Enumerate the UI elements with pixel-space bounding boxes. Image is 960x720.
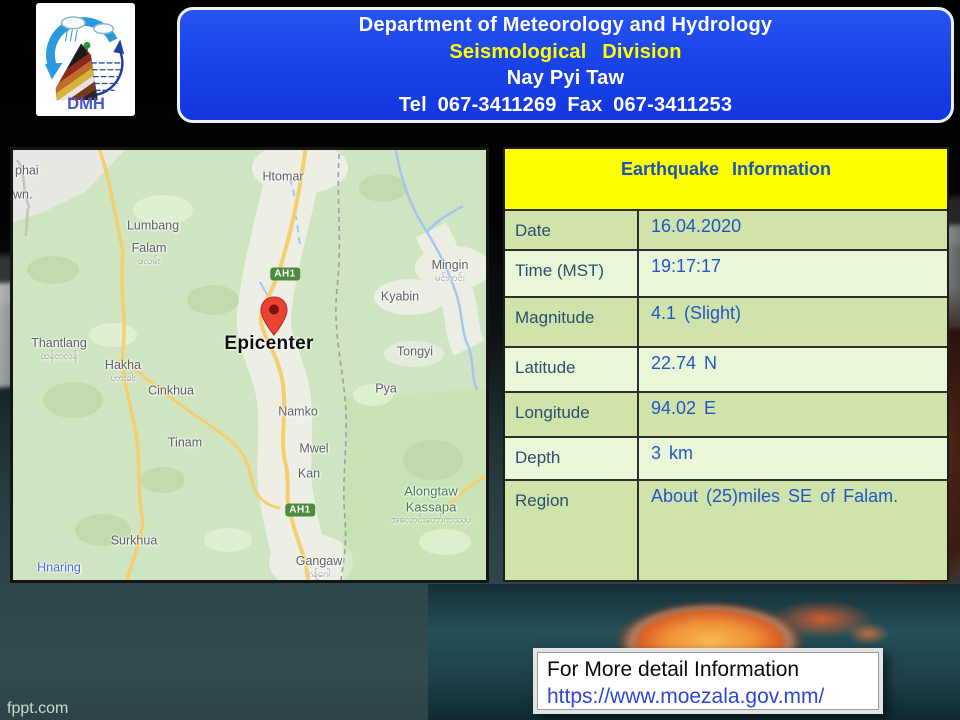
map-label-pya: Pya [375,381,397,396]
map-label-phai: phai [15,163,39,178]
row-label: Date [505,211,639,249]
header-department: Department of Meteorology and Hydrology [358,14,773,36]
row-value: 3 km [651,443,694,463]
map-label-wn: wn. [13,187,33,202]
more-info-box: For More detail Information https://www.… [533,648,883,714]
dmh-logo-text: DMH [67,93,105,111]
dmh-logo: DMH [36,3,135,116]
row-value: About (25)miles SE of Falam. [651,486,899,506]
header-city: Nay Pyi Taw [506,67,625,89]
earthquake-info-table: Earthquake Information Date 16.04.2020 T… [503,147,949,582]
table-row-latitude: Latitude 22.74 N [505,346,947,391]
header-banner: Department of Meteorology and Hydrology … [177,7,954,123]
map-label-falam: Falam ဖလမ်း [131,240,167,267]
more-info-text: For More detail Information [547,658,800,681]
map-label-alongtaw-kassapa: Alongtaw Kassapa အလောင်းတော်ကဿပ [390,483,472,526]
table-row-magnitude: Magnitude 4.1 (Slight) [505,296,947,346]
row-label: Time (MST) [505,251,639,296]
table-row-date: Date 16.04.2020 [505,209,947,249]
row-label: Longitude [505,393,639,436]
map-label-hakha: Hakha ဟားခါး [104,357,142,384]
map-label-mingin: Mingin မင်းကင်း [431,257,469,284]
map-label-tinam: Tinam [167,435,203,450]
map-label-tongyi: Tongyi [396,344,434,359]
fppt-watermark[interactable]: fppt.com [7,700,68,718]
more-info-url[interactable]: https://www.moezala.gov.mm/ [547,683,879,710]
map-label-gangaw: Gangaw ဂန့်ဂေါ [295,553,343,580]
header-contact: Tel 067-3411269 Fax 067-3411253 [398,93,733,116]
map-label-kan: Kan [297,466,321,481]
epicenter-pin-icon [260,296,288,336]
map-label-kyabin: Kyabin [380,289,420,304]
map-label-thantlang: Thantlang ထန်တလန် [31,335,87,362]
map-label-htomar: Htomar [262,169,304,184]
row-value: 19:17:17 [651,256,722,276]
map-label-cinkhua: Cinkhua [148,383,194,398]
map: phai wn. Htomar Lumbang Falam ဖလမ်း Mingi… [10,147,489,583]
row-value: 16.04.2020 [651,216,742,236]
ah1-route-badge: AH1 [285,503,315,517]
header-division: Seismological Division [449,40,682,63]
row-label: Region [505,481,639,580]
table-row-longitude: Longitude 94.02 E [505,391,947,436]
dmh-logo-icon: DMH [44,15,124,112]
row-value: 22.74 N [651,353,718,373]
map-label-namko: Namko [278,404,318,419]
row-label: Magnitude [505,298,639,346]
map-label-hnaring: Hnaring [37,560,81,575]
row-label: Latitude [505,348,639,391]
table-title: Earthquake Information [505,149,947,209]
table-row-depth: Depth 3 km [505,436,947,479]
map-label-surkhua: Surkhua [110,533,158,548]
row-label: Depth [505,438,639,479]
epicenter-label: Epicenter [224,333,314,354]
map-label-mwel: Mwel [299,441,329,456]
map-label-lumbang: Lumbang [126,218,180,233]
table-row-region: Region About (25)miles SE of Falam. [505,479,947,580]
table-row-time: Time (MST) 19:17:17 [505,249,947,296]
ah1-route-badge: AH1 [270,267,300,281]
slide: DMH Department of Meteorology and Hydrol… [0,0,960,720]
row-value: 4.1 (Slight) [651,303,742,323]
row-value: 94.02 E [651,398,717,418]
